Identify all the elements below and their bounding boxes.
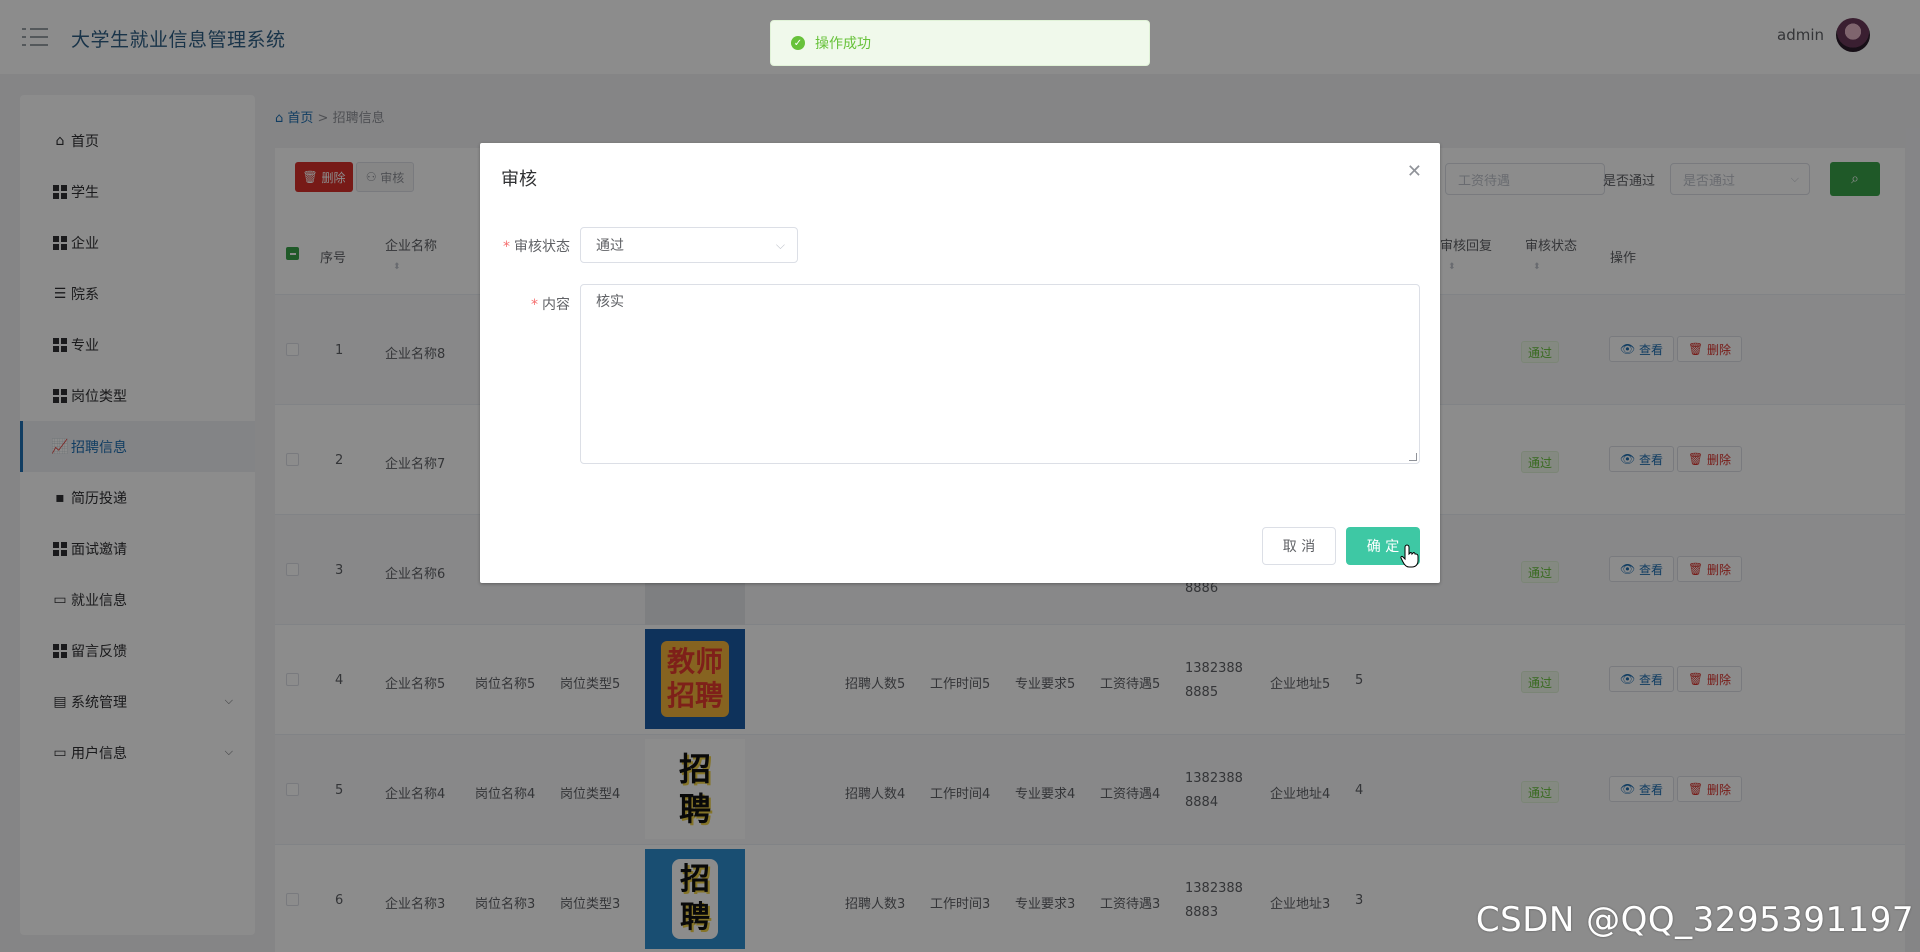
content-textarea[interactable]: 核实 xyxy=(580,284,1420,464)
success-toast: ✓ 操作成功 xyxy=(770,20,1150,66)
dialog-title: 审核 xyxy=(501,169,537,190)
hand-cursor-icon xyxy=(1400,544,1419,568)
close-icon[interactable]: ✕ xyxy=(1407,161,1422,182)
check-circle-icon: ✓ xyxy=(791,36,805,50)
resize-handle-icon[interactable] xyxy=(1409,453,1417,461)
content-field-label: * 内容 xyxy=(531,297,570,313)
audit-dialog: 审核 ✕ * 审核状态 通过 ⌵ * 内容 核实 取 消 确 定 xyxy=(480,143,1440,583)
chevron-down-icon: ⌵ xyxy=(775,238,785,252)
watermark: CSDN @QQ_3295391197 xyxy=(1475,900,1914,940)
cancel-button[interactable]: 取 消 xyxy=(1262,527,1336,565)
audit-status-value: 通过 xyxy=(596,238,624,254)
toast-message: 操作成功 xyxy=(815,36,871,52)
status-field-label: * 审核状态 xyxy=(503,239,570,255)
content-text: 核实 xyxy=(596,294,624,310)
audit-status-select[interactable]: 通过 ⌵ xyxy=(580,227,798,263)
